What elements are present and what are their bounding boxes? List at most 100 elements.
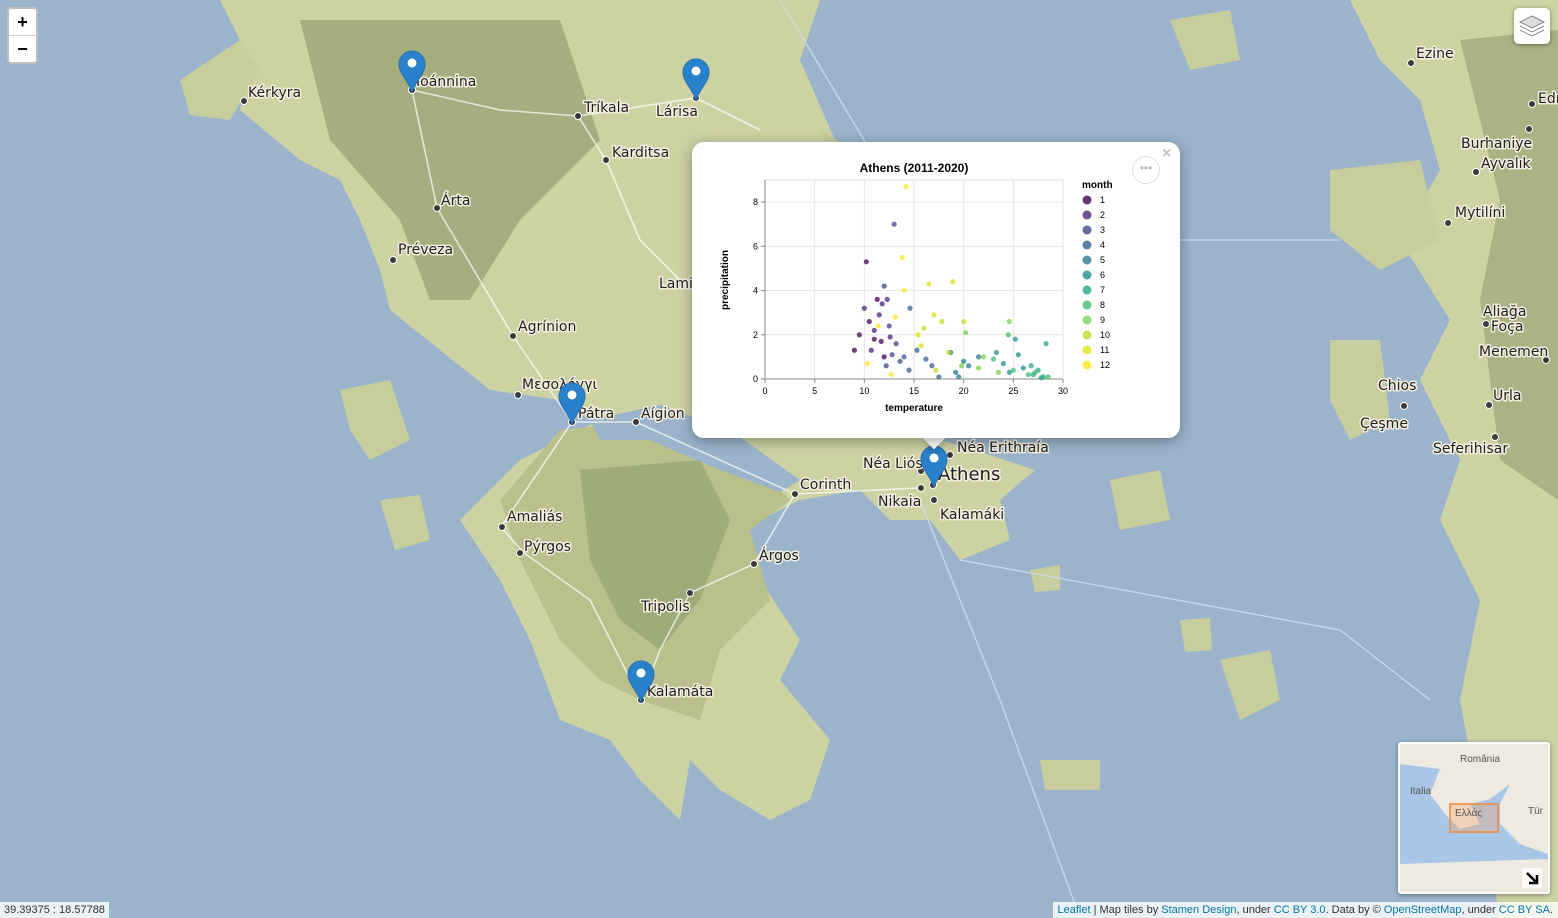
city-foca: Foça: [1490, 318, 1525, 337]
data-point: [990, 356, 997, 362]
svg-text:Árgos: Árgos: [759, 547, 799, 564]
data-point: [881, 354, 887, 360]
layers-button[interactable]: [1514, 8, 1550, 44]
svg-text:Ayvalık: Ayvalık: [1481, 156, 1532, 172]
svg-text:Edr: Edr: [1538, 91, 1558, 107]
minimap[interactable]: România Italia Ελλάς Tür: [1398, 742, 1550, 894]
x-tick-label: 25: [1008, 386, 1018, 396]
attribution-text-5: .: [1549, 904, 1553, 916]
svg-text:Çeşme: Çeşme: [1360, 416, 1408, 432]
data-point: [1020, 365, 1026, 371]
data-point: [907, 305, 913, 311]
data-point: [897, 358, 903, 364]
leaflet-link[interactable]: Leaflet: [1058, 904, 1091, 916]
data-point: [975, 365, 982, 371]
y-tick-label: 2: [753, 330, 758, 340]
stamen-link[interactable]: Stamen Design: [1161, 904, 1236, 916]
svg-text:Ioánnina: Ioánnina: [416, 74, 476, 90]
svg-text:Préveza: Préveza: [398, 242, 453, 258]
data-point: [1006, 318, 1012, 325]
svg-text:Mytilíni: Mytilíni: [1455, 205, 1505, 221]
osm-link[interactable]: OpenStreetMap: [1384, 904, 1462, 916]
data-point: [1045, 374, 1051, 380]
legend-label: 12: [1100, 360, 1110, 370]
x-tick-label: 5: [812, 386, 817, 396]
data-point: [946, 349, 952, 356]
data-point: [959, 363, 965, 369]
data-point: [884, 296, 890, 302]
data-point: [931, 312, 937, 318]
cc-by-link[interactable]: CC BY 3.0: [1274, 904, 1326, 916]
scatter-chart: Athens (2011-2020) 0 5 10 15 20 25 3002468 tem…: [720, 161, 1113, 414]
data-point: [888, 371, 894, 378]
data-point: [906, 367, 912, 373]
svg-text:Burhaniye: Burhaniye: [1461, 136, 1532, 152]
legend-label: 8: [1100, 300, 1105, 310]
x-tick-label: 10: [859, 386, 869, 396]
chart-actions-button[interactable]: •••: [1132, 156, 1160, 184]
data-point: [1028, 363, 1034, 369]
data-point: [915, 332, 921, 338]
legend-label: 10: [1100, 330, 1110, 340]
attribution-text-3: . Data by ©: [1325, 904, 1384, 916]
legend-label: 7: [1100, 285, 1105, 295]
city-cesme: Çeşme: [1359, 415, 1410, 434]
y-axis-label: precipitation: [720, 250, 731, 310]
y-tick-label: 4: [753, 286, 758, 296]
svg-text:Seferihisar: Seferihisar: [1433, 441, 1508, 457]
attribution-text-2: , under: [1236, 904, 1274, 916]
svg-text:Chios: Chios: [1378, 378, 1416, 394]
svg-text:Agrínion: Agrínion: [518, 319, 576, 335]
minimap-label-tur: Tür: [1528, 806, 1544, 817]
minimap-toggle-button[interactable]: [1522, 868, 1542, 888]
legend-swatch: [1082, 195, 1092, 205]
data-point: [883, 363, 889, 369]
data-point: [892, 314, 898, 320]
popup-close-button[interactable]: ×: [1162, 145, 1171, 163]
layers-icon: [1518, 15, 1546, 37]
data-point: [876, 312, 882, 318]
legend-swatch: [1082, 255, 1092, 265]
data-point: [864, 360, 870, 367]
zoom-out-button[interactable]: −: [9, 35, 36, 62]
island-milos: [1040, 760, 1100, 790]
minimap-label-ellas: Ελλάς: [1455, 807, 1482, 819]
data-point: [923, 356, 929, 362]
legend-swatch: [1082, 225, 1092, 235]
x-tick-label: 0: [762, 386, 767, 396]
data-point: [1000, 360, 1006, 367]
y-tick-label: 8: [753, 197, 758, 207]
legend-swatch: [1082, 210, 1092, 220]
svg-text:Aígion: Aígion: [641, 406, 685, 422]
data-point: [1032, 369, 1038, 375]
svg-text:Kalamáki: Kalamáki: [940, 507, 1004, 523]
legend-label: 4: [1100, 240, 1105, 250]
svg-text:Tríkala: Tríkala: [583, 100, 629, 116]
data-point: [901, 354, 907, 360]
data-point: [956, 374, 962, 380]
data-point: [939, 318, 945, 325]
attribution-text-1: | Map tiles by: [1090, 904, 1162, 916]
map-canvas[interactable]: Ioánnina Kérkyra Tríkala Lárisa Karditsa…: [0, 0, 1558, 918]
data-point: [889, 352, 895, 358]
data-point: [921, 325, 927, 331]
data-point: [1005, 332, 1011, 338]
legend-swatch: [1082, 345, 1092, 355]
cc-by-sa-link[interactable]: CC BY SA: [1499, 904, 1550, 916]
data-point: [863, 259, 869, 265]
city-karditsa: Karditsa: [602, 144, 671, 164]
svg-text:Aliağa: Aliağa: [1483, 304, 1526, 320]
svg-text:Lárisa: Lárisa: [656, 104, 698, 120]
attribution-text-4: , under: [1461, 904, 1499, 916]
svg-text:Corinth: Corinth: [800, 477, 851, 493]
zoom-in-button[interactable]: +: [9, 9, 36, 35]
data-point: [1015, 352, 1021, 358]
city-pyrgos: Pýrgos: [516, 538, 572, 557]
data-point: [926, 281, 932, 287]
legend-label: 2: [1100, 210, 1105, 220]
y-tick-label: 6: [753, 241, 758, 251]
svg-text:Athens: Athens: [938, 464, 1000, 485]
data-point: [893, 341, 899, 347]
data-point: [887, 334, 893, 340]
legend-label: 3: [1100, 225, 1105, 235]
